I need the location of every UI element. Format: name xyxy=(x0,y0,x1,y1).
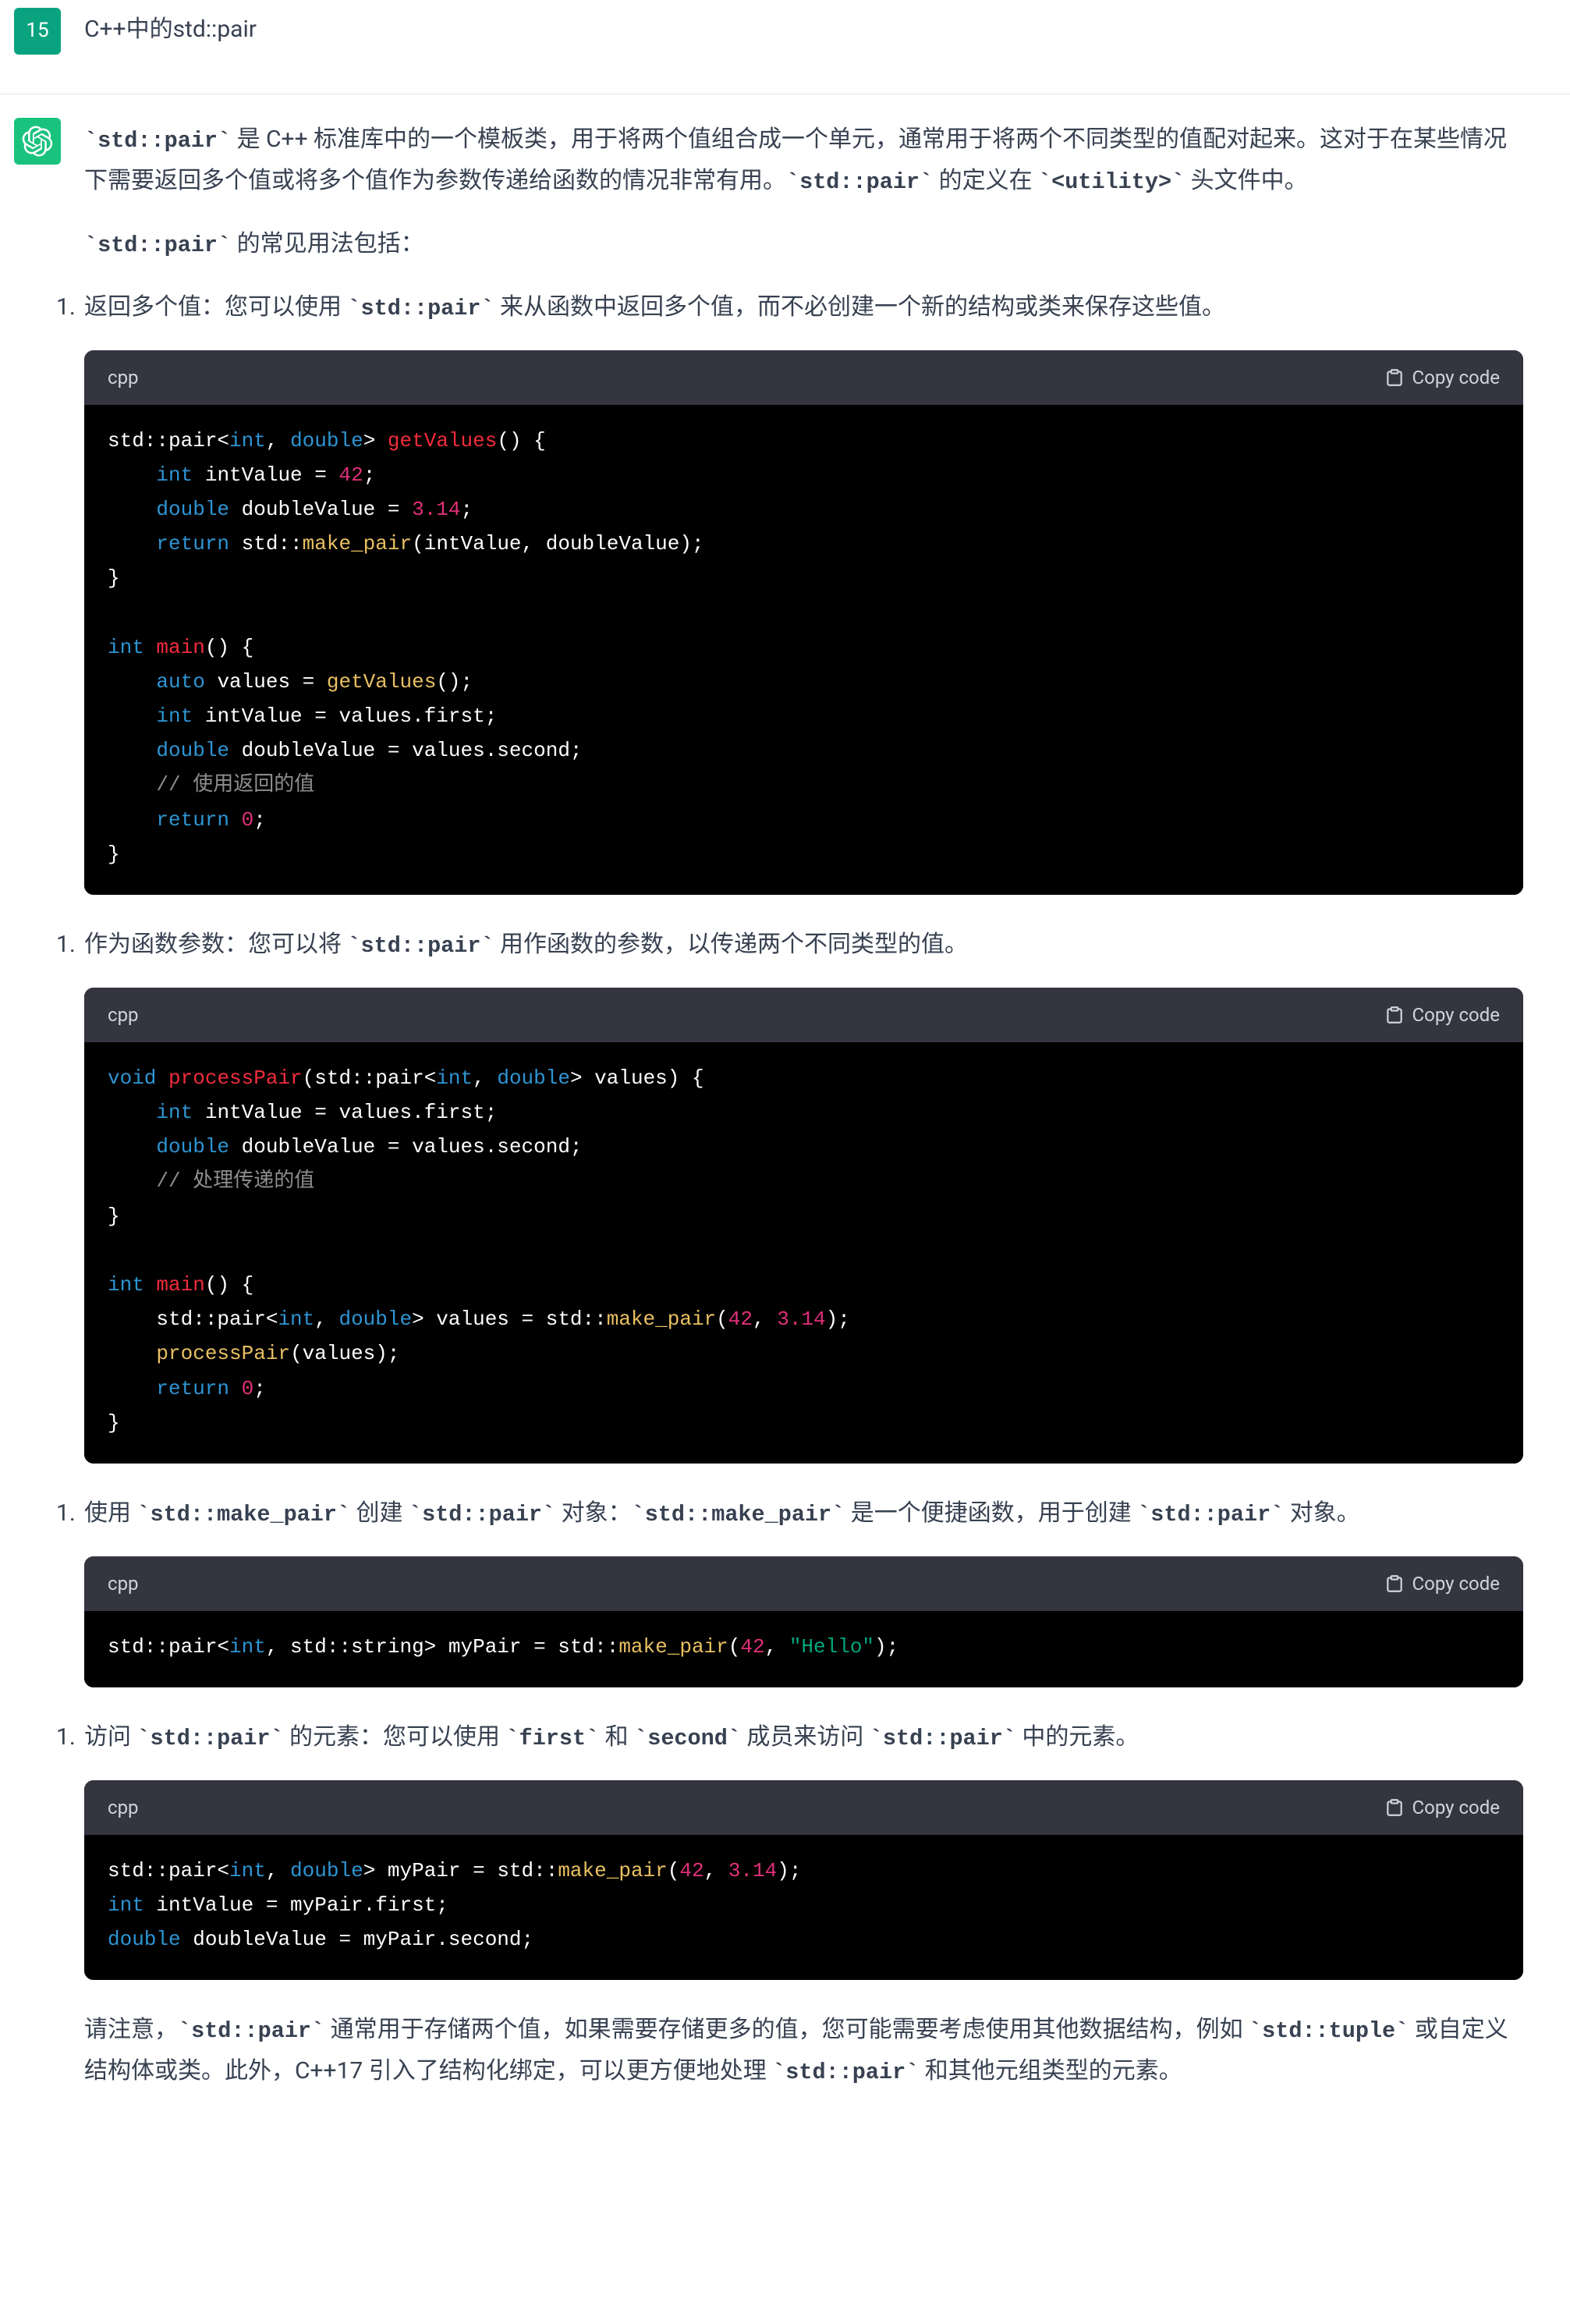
copy-code-button[interactable]: Copy code xyxy=(1384,361,1500,394)
text: 的定义在 xyxy=(933,167,1038,194)
copy-label: Copy code xyxy=(1412,361,1500,394)
code-block: cpp Copy code std::pair<int, double> get… xyxy=(84,350,1523,895)
clipboard-icon xyxy=(1384,367,1405,388)
copy-code-button[interactable]: Copy code xyxy=(1384,1567,1500,1600)
clipboard-icon xyxy=(1384,1574,1405,1594)
inline-code: `std::pair` xyxy=(786,169,933,195)
user-turn: 15 C++中的std::pair xyxy=(0,0,1570,94)
assistant-content: `std::pair` 是 C++ 标准库中的一个模板类，用于将两个值组合成一个… xyxy=(84,118,1523,2114)
inline-code: `std::pair` xyxy=(136,1726,283,1751)
list-item: 1. 返回多个值：您可以使用 `std::pair` 来从函数中返回多个值，而不… xyxy=(84,287,1523,328)
outro-paragraph: 请注意，`std::pair` 通常用于存储两个值，如果需要存储更多的值，您可能… xyxy=(84,2010,1523,2092)
list-number: 1. xyxy=(56,924,76,966)
inline-code: `second` xyxy=(634,1726,741,1751)
text: 对象。 xyxy=(1284,1499,1359,1527)
clipboard-icon xyxy=(1384,1797,1405,1818)
inline-code: `std::tuple` xyxy=(1249,2018,1409,2044)
text: 通常用于存储两个值，如果需要存储更多的值，您可能需要考虑使用其他数据结构，例如 xyxy=(324,2016,1249,2043)
code-lang: cpp xyxy=(108,999,139,1031)
inline-code: `<utility>` xyxy=(1038,169,1185,195)
assistant-turn: `std::pair` 是 C++ 标准库中的一个模板类，用于将两个值组合成一个… xyxy=(0,94,1570,2138)
text: 用作函数的参数，以传递两个不同类型的值。 xyxy=(494,931,968,958)
code-content[interactable]: std::pair<int, double> getValues() { int… xyxy=(84,405,1523,895)
code-lang: cpp xyxy=(108,1567,139,1600)
intro-paragraph-2: `std::pair` 的常见用法包括： xyxy=(84,224,1523,265)
inline-code: `std::pair` xyxy=(1137,1502,1284,1527)
list-item: 1. 使用 `std::make_pair` 创建 `std::pair` 对象… xyxy=(84,1493,1523,1535)
clipboard-icon xyxy=(1384,1005,1405,1025)
code-lang: cpp xyxy=(108,361,139,394)
copy-code-button[interactable]: Copy code xyxy=(1384,999,1500,1031)
code-block: cpp Copy code void processPair(std::pair… xyxy=(84,988,1523,1464)
inline-code: `std::pair` xyxy=(347,933,494,959)
inline-code: `std::pair` xyxy=(870,1726,1016,1751)
code-block: cpp Copy code std::pair<int, double> myP… xyxy=(84,1780,1523,1981)
list-number: 1. xyxy=(56,1717,76,1758)
user-message: C++中的std::pair xyxy=(84,9,1523,51)
inline-code: `first` xyxy=(505,1726,599,1751)
code-header: cpp Copy code xyxy=(84,1556,1523,1611)
inline-code: `std::pair` xyxy=(409,1502,555,1527)
code-content[interactable]: std::pair<int, std::string> myPair = std… xyxy=(84,1611,1523,1687)
code-lang: cpp xyxy=(108,1791,139,1824)
code-content[interactable]: void processPair(std::pair<int, double> … xyxy=(84,1042,1523,1464)
assistant-avatar xyxy=(14,118,61,165)
copy-label: Copy code xyxy=(1412,1567,1500,1600)
user-avatar: 15 xyxy=(14,8,61,55)
list-number: 1. xyxy=(56,1493,76,1535)
inline-code: `std::make_pair` xyxy=(632,1502,845,1527)
copy-label: Copy code xyxy=(1412,1791,1500,1824)
text: 是一个便捷函数，用于创建 xyxy=(845,1499,1137,1527)
inline-code: `std::pair` xyxy=(178,2018,324,2044)
inline-code: `std::pair` xyxy=(772,2060,919,2085)
code-content[interactable]: std::pair<int, double> myPair = std::mak… xyxy=(84,1835,1523,1981)
text: 中的元素。 xyxy=(1016,1723,1139,1751)
code-header: cpp Copy code xyxy=(84,1780,1523,1835)
text: 创建 xyxy=(350,1499,409,1527)
text: 返回多个值：您可以使用 xyxy=(84,293,347,321)
copy-label: Copy code xyxy=(1412,999,1500,1031)
text: 作为函数参数：您可以将 xyxy=(84,931,347,958)
text: 头文件中。 xyxy=(1185,167,1307,194)
text: 的元素：您可以使用 xyxy=(284,1723,506,1751)
code-block: cpp Copy code std::pair<int, std::string… xyxy=(84,1556,1523,1687)
list-number: 1. xyxy=(56,287,76,328)
text: 请注意， xyxy=(84,2016,178,2043)
code-header: cpp Copy code xyxy=(84,350,1523,405)
text: 的常见用法包括： xyxy=(231,230,424,257)
inline-code: `std::pair` xyxy=(84,128,231,154)
text: 对象： xyxy=(555,1499,631,1527)
text: 和 xyxy=(599,1723,634,1751)
inline-code: `std::pair` xyxy=(347,296,494,321)
inline-code: `std::make_pair` xyxy=(136,1502,350,1527)
intro-paragraph-1: `std::pair` 是 C++ 标准库中的一个模板类，用于将两个值组合成一个… xyxy=(84,119,1523,202)
code-header: cpp Copy code xyxy=(84,988,1523,1042)
text: 使用 xyxy=(84,1499,136,1527)
text: 成员来访问 xyxy=(741,1723,870,1751)
text: 和其他元组类型的元素。 xyxy=(919,2057,1182,2085)
openai-logo-icon xyxy=(22,126,53,157)
list-item: 1. 访问 `std::pair` 的元素：您可以使用 `first` 和 `s… xyxy=(84,1717,1523,1758)
inline-code: `std::pair` xyxy=(84,232,231,258)
text: 来从函数中返回多个值，而不必创建一个新的结构或类来保存这些值。 xyxy=(494,293,1225,321)
list-item: 1. 作为函数参数：您可以将 `std::pair` 用作函数的参数，以传递两个… xyxy=(84,924,1523,966)
text: 访问 xyxy=(84,1723,136,1751)
copy-code-button[interactable]: Copy code xyxy=(1384,1791,1500,1824)
